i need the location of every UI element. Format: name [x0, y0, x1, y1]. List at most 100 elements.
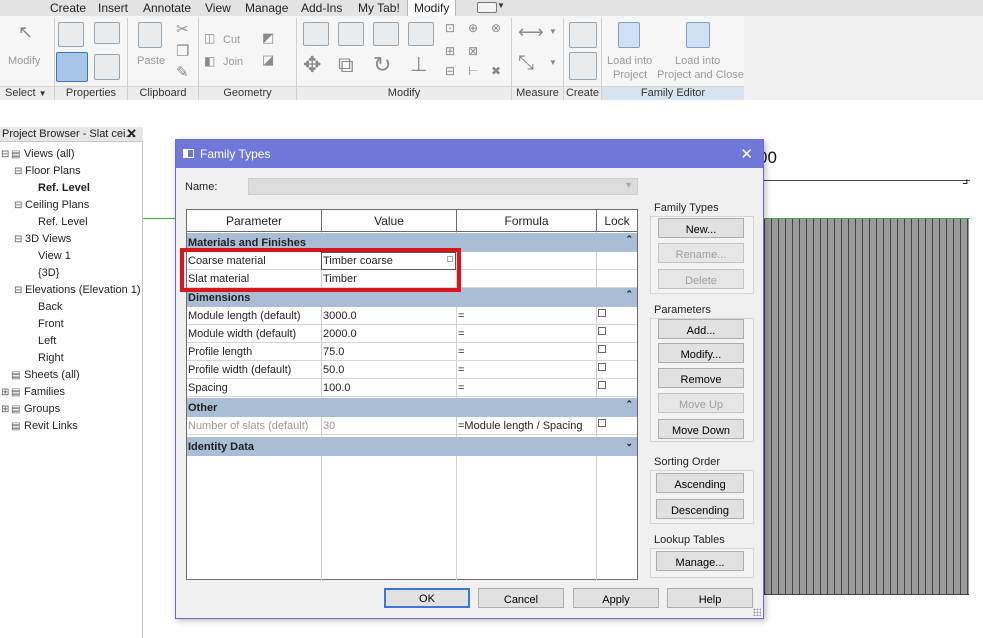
cursor-icon[interactable]: ↖	[18, 22, 33, 43]
offset-icon[interactable]	[338, 22, 364, 46]
browser-item[interactable]: Ceiling Plans	[25, 199, 89, 211]
parameter-value[interactable]: 2000.0	[323, 328, 357, 340]
cope-icon[interactable]: ◫	[204, 31, 215, 45]
copy-element-icon[interactable]: ⧉	[338, 52, 354, 78]
lock-checkbox[interactable]	[598, 419, 606, 427]
pin-icon[interactable]: ⊕	[468, 21, 478, 35]
move-icon[interactable]: ✥	[303, 52, 321, 78]
array-icon[interactable]: ⊞	[445, 44, 455, 58]
delete-icon[interactable]: ✖	[491, 64, 501, 78]
parameter-value[interactable]: 3000.0	[323, 310, 357, 322]
type-properties-icon[interactable]	[58, 22, 84, 47]
split-icon[interactable]: ⊡	[445, 21, 455, 35]
load-into-project-close-label-2[interactable]: Project and Close	[657, 69, 744, 81]
column-header-parameter[interactable]: Parameter	[187, 210, 322, 232]
delete-type-button[interactable]: Delete	[658, 269, 744, 289]
dimension-icon[interactable]: ⤡	[518, 52, 534, 75]
panel-select-label[interactable]: Select ▼	[0, 86, 54, 100]
tab-view[interactable]: View	[205, 1, 231, 15]
browser-item[interactable]: Back	[38, 301, 62, 313]
parameter-formula[interactable]: =	[458, 310, 464, 322]
tab-my-tab[interactable]: My Tab!	[358, 1, 400, 15]
parameter-formula[interactable]: =	[458, 346, 464, 358]
expand-icon[interactable]: ⊞	[1, 387, 9, 398]
collapse-chevron-icon[interactable]: ⌃	[625, 234, 633, 245]
manage-lookup-button[interactable]: Manage...	[656, 551, 744, 571]
parameter-formula[interactable]: =	[458, 328, 464, 340]
remove-parameter-button[interactable]: Remove	[658, 368, 744, 388]
clipboard-icon[interactable]	[138, 22, 162, 48]
help-button[interactable]: Help	[667, 588, 753, 608]
tab-modify[interactable]: Modify	[407, 0, 457, 16]
measure-icon[interactable]: ⟷	[518, 22, 544, 43]
collapse-icon[interactable]: ⊟	[14, 285, 22, 296]
column-header-formula[interactable]: Formula	[457, 210, 597, 232]
move-up-button[interactable]: Move Up	[658, 393, 744, 413]
move-down-button[interactable]: Move Down	[658, 419, 744, 439]
resize-grip[interactable]	[753, 608, 761, 616]
lock-checkbox[interactable]	[598, 309, 606, 317]
collapse-icon[interactable]: ⊟	[14, 166, 22, 177]
tab-add-ins[interactable]: Add-Ins	[301, 1, 342, 15]
dialog-title-bar[interactable]: Family Types ✕	[176, 140, 763, 168]
slat-ceiling-geometry[interactable]	[764, 219, 969, 595]
browser-item[interactable]: Left	[38, 335, 56, 347]
expand-icon[interactable]: ⊞	[1, 404, 9, 415]
mirror-pick-axis-icon[interactable]	[373, 22, 399, 46]
browser-item[interactable]: 3D Views	[25, 233, 71, 245]
create-similar-icon[interactable]	[569, 22, 597, 48]
apply-button[interactable]: Apply	[573, 588, 659, 608]
parameter-value[interactable]: 30	[323, 420, 335, 432]
lock-checkbox[interactable]	[598, 381, 606, 389]
rename-type-button[interactable]: Rename...	[658, 243, 744, 263]
browser-item[interactable]: View 1	[38, 250, 71, 262]
load-into-project-label-2[interactable]: Project	[613, 69, 647, 81]
join-button[interactable]: Join	[223, 56, 243, 68]
family-category-icon[interactable]	[94, 22, 120, 44]
parameter-row[interactable]: Profile length 75.0 =	[187, 343, 637, 361]
join-icon[interactable]: ◧	[204, 54, 215, 68]
copy-icon[interactable]: ❐	[176, 42, 189, 60]
lock-checkbox[interactable]	[598, 327, 606, 335]
browser-item[interactable]: Ref. Level	[38, 216, 88, 228]
create-group-icon[interactable]	[569, 52, 597, 80]
name-select[interactable]: ▼	[248, 178, 638, 195]
extend-icon[interactable]: ⊢	[468, 64, 478, 78]
browser-item[interactable]: Revit Links	[24, 420, 78, 432]
load-into-project-icon[interactable]	[618, 22, 640, 48]
load-into-project-label-1[interactable]: Load into	[607, 55, 652, 67]
browser-item[interactable]: Sheets (all)	[24, 369, 80, 381]
parameter-group-header[interactable]: Other ⌃	[187, 398, 637, 417]
paste-button[interactable]: Paste	[137, 55, 165, 67]
browser-item[interactable]: Ref. Level	[38, 182, 90, 194]
new-type-button[interactable]: New...	[658, 218, 744, 238]
parameter-row[interactable]: Spacing 100.0 =	[187, 379, 637, 397]
cancel-button[interactable]: Cancel	[478, 588, 564, 608]
trim-extend-icon[interactable]: ⊟	[445, 64, 455, 78]
browser-item[interactable]: Floor Plans	[25, 165, 81, 177]
collapse-chevron-icon[interactable]: ⌃	[625, 289, 633, 300]
tab-create[interactable]: Create	[50, 1, 86, 15]
wall-joins-icon[interactable]: ◩	[262, 30, 274, 46]
browser-item[interactable]: Elevations (Elevation 1)	[25, 284, 141, 296]
parameter-row[interactable]: Number of slats (default) 30 =Module lengt…	[187, 417, 637, 435]
browser-item[interactable]: Groups	[24, 403, 60, 415]
load-into-project-close-label-1[interactable]: Load into	[675, 55, 720, 67]
chevron-down-icon[interactable]: ▼	[39, 89, 47, 98]
column-header-value[interactable]: Value	[322, 210, 457, 232]
parameter-group-header[interactable]: Identity Data ⌄	[187, 437, 637, 456]
browser-item[interactable]: Views (all)	[24, 148, 75, 160]
close-icon[interactable]: ✕	[740, 145, 753, 163]
quick-access-icon[interactable]	[477, 2, 497, 13]
ascending-button[interactable]: Ascending	[656, 473, 744, 493]
parameter-formula[interactable]: =	[458, 382, 464, 394]
browser-item[interactable]: Front	[38, 318, 64, 330]
chevron-down-icon[interactable]: ▼	[497, 1, 505, 10]
collapse-icon[interactable]: ⊟	[14, 200, 22, 211]
mirror-draw-axis-icon[interactable]	[408, 22, 434, 46]
split-face-icon[interactable]: ◪	[262, 52, 274, 68]
collapse-icon[interactable]: ⊟	[14, 234, 22, 245]
rotate-icon[interactable]: ↻	[373, 52, 391, 78]
parameter-value[interactable]: 100.0	[323, 382, 351, 394]
properties-icon[interactable]	[94, 54, 120, 80]
